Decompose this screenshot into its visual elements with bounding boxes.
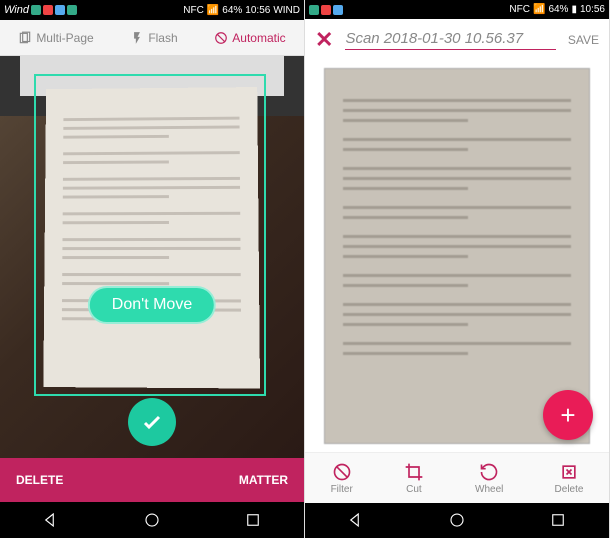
status-icon xyxy=(43,5,53,15)
delete-label: Delete xyxy=(555,484,584,495)
status-icon xyxy=(55,5,65,15)
battery-label: 64% xyxy=(222,5,242,16)
android-nav-bar xyxy=(305,503,609,538)
android-nav-bar xyxy=(0,502,304,538)
flash-label: Flash xyxy=(148,31,177,45)
time-label: 10:56 xyxy=(580,4,605,15)
status-icon xyxy=(333,5,343,15)
edit-bottom-bar: Filter Cut Wheel Delete xyxy=(305,452,609,503)
time-label: 10:56 xyxy=(245,5,270,16)
rotate-icon xyxy=(479,462,499,482)
camera-toolbar: Multi-Page Flash Automatic xyxy=(0,20,304,56)
checkmark-icon xyxy=(140,410,164,434)
shutter-button[interactable] xyxy=(128,398,176,446)
automatic-label: Automatic xyxy=(232,31,285,45)
battery-icon: ▮ xyxy=(571,4,577,15)
detection-frame xyxy=(34,74,266,396)
status-icon xyxy=(67,5,77,15)
cut-button[interactable]: Cut xyxy=(404,462,424,495)
flash-button[interactable]: Flash xyxy=(130,31,177,45)
multipage-button[interactable]: Multi-Page xyxy=(18,31,93,45)
scan-title-input[interactable]: Scan 2018-01-30 10.56.37 xyxy=(345,30,555,50)
scan-preview: + xyxy=(305,60,609,452)
signal-icon: 📶 xyxy=(207,5,219,16)
home-icon[interactable] xyxy=(143,511,161,529)
wheel-button[interactable]: Wheel xyxy=(475,462,503,495)
automatic-button[interactable]: Automatic xyxy=(214,31,285,45)
wheel-label: Wheel xyxy=(475,484,503,495)
delete-icon xyxy=(559,462,579,482)
automatic-icon xyxy=(214,31,228,45)
delete-button[interactable]: Delete xyxy=(555,462,584,495)
add-page-fab[interactable]: + xyxy=(543,390,593,440)
battery-label: 64% xyxy=(548,4,568,15)
phone-right: NFC 📶 64% ▮ 10:56 ✕ Scan 2018-01-30 10.5… xyxy=(305,0,610,538)
status-icon xyxy=(31,5,41,15)
scanned-document[interactable] xyxy=(324,68,590,444)
plus-icon: + xyxy=(560,400,575,431)
recent-icon[interactable] xyxy=(244,511,262,529)
close-button[interactable]: ✕ xyxy=(315,27,333,53)
nfc-icon: NFC xyxy=(509,4,530,15)
status-bar: NFC 📶 64% ▮ 10:56 xyxy=(305,0,609,19)
camera-bottom-bar: DELETE MATTER xyxy=(0,458,304,502)
filter-button[interactable]: Filter xyxy=(331,462,353,495)
phone-left: Wind NFC 📶 64% 10:56 WIND Multi-Page Fla… xyxy=(0,0,305,538)
signal-icon: 📶 xyxy=(533,4,545,15)
carrier-right: WIND xyxy=(273,5,300,16)
carrier-label: Wind xyxy=(4,4,29,16)
status-icon xyxy=(321,5,331,15)
delete-button[interactable]: DELETE xyxy=(16,473,63,487)
recent-icon[interactable] xyxy=(549,511,567,529)
filter-label: Filter xyxy=(331,484,353,495)
edit-toolbar: ✕ Scan 2018-01-30 10.56.37 SAVE xyxy=(305,19,609,60)
back-icon[interactable] xyxy=(347,511,365,529)
save-button[interactable]: SAVE xyxy=(568,33,599,47)
multipage-label: Multi-Page xyxy=(36,31,93,45)
crop-icon xyxy=(404,462,424,482)
status-bar: Wind NFC 📶 64% 10:56 WIND xyxy=(0,0,304,20)
dont-move-overlay: Don't Move xyxy=(88,286,216,324)
cut-label: Cut xyxy=(406,484,422,495)
back-icon[interactable] xyxy=(42,511,60,529)
camera-viewport: Don't Move xyxy=(0,56,304,458)
home-icon[interactable] xyxy=(448,511,466,529)
flash-icon xyxy=(130,31,144,45)
status-icon xyxy=(309,5,319,15)
filter-icon xyxy=(332,462,352,482)
matter-button[interactable]: MATTER xyxy=(239,473,288,487)
multipage-icon xyxy=(18,31,32,45)
nfc-icon: NFC xyxy=(183,5,204,16)
